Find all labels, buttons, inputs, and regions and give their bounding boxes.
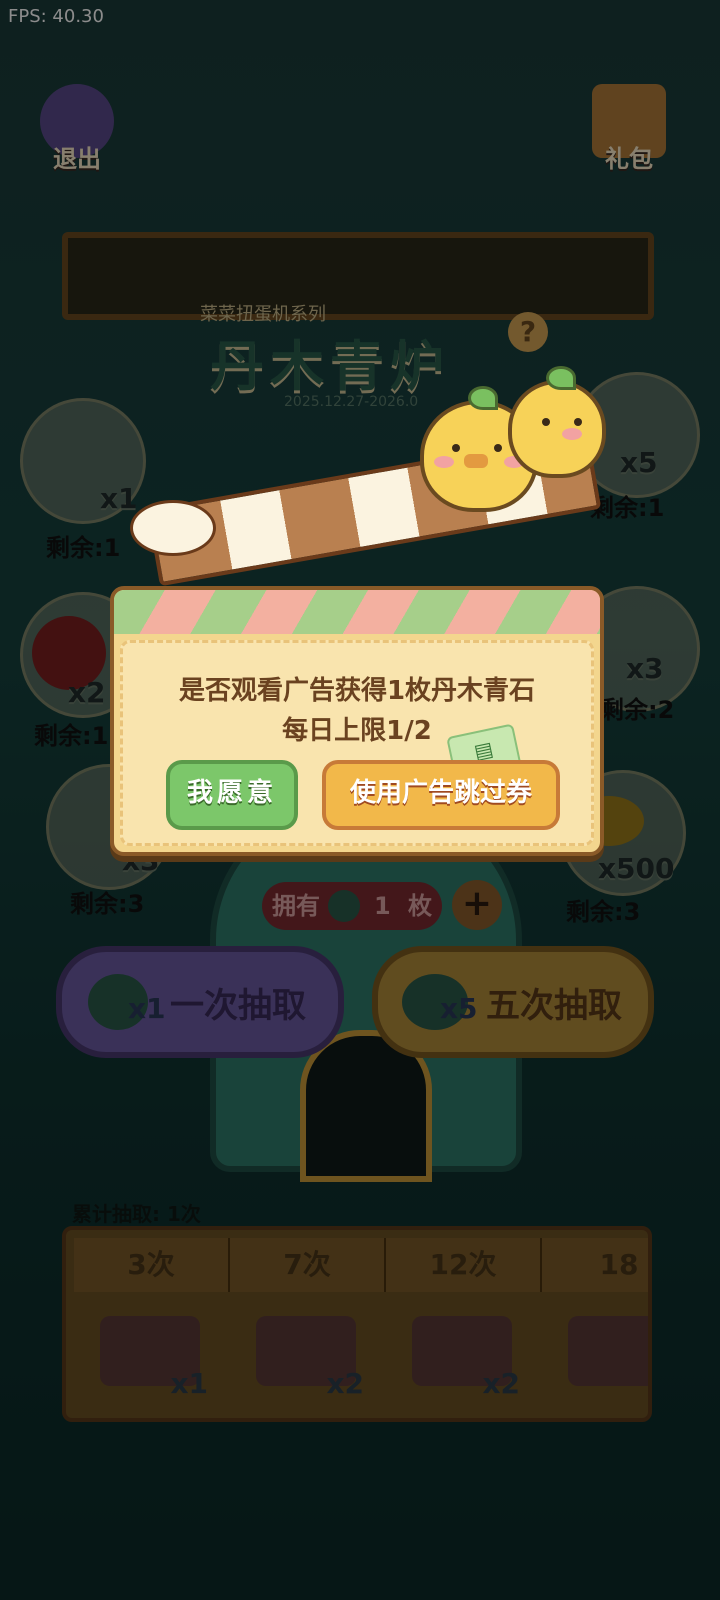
watch-ad-button[interactable]: 我愿意 [166,760,298,830]
owned-count: 1 [374,892,391,920]
tier-reward[interactable]: x2 [388,1300,538,1410]
fps-counter: FPS: 40.30 [8,6,104,27]
reward-multiplier: x1 [170,1367,208,1400]
reward-chest-icon [568,1316,648,1386]
five-draw-button[interactable]: x5 五次抽取 [372,946,654,1058]
prize-remaining: 剩余:1 [46,534,121,562]
dialog-header-stripe [114,590,600,634]
prize-remaining: 剩余:2 [600,696,675,724]
reward-multiplier: x2 [326,1367,364,1400]
event-date: 2025.12.27-2026.0 [284,394,419,410]
single-draw-label: 一次抽取 [170,986,306,1026]
tier-reward[interactable]: x1 [76,1300,226,1410]
title-frame [62,232,654,320]
exit-label: 退出 [53,145,101,173]
five-draw-label: 五次抽取 [486,986,622,1026]
owned-label: 拥有 [272,892,320,920]
prize-multiplier: x2 [68,676,106,709]
prize-remaining: 剩余:3 [566,898,641,926]
prize-remaining: 剩余:3 [70,890,145,918]
exit-button[interactable]: 退出 [34,78,120,174]
owned-stone-counter: 拥有 1 枚 [262,882,442,930]
prize-multiplier: x1 [100,482,138,515]
tier-reward[interactable]: x2 [232,1300,382,1410]
single-draw-button[interactable]: x1 一次抽取 [56,946,344,1058]
dialog-message: 是否观看广告获得1枚丹木青石 [178,676,536,706]
owned-unit: 枚 [408,892,432,920]
chick-mascot-icon [508,366,606,478]
cloud-decoration [130,500,216,556]
use-ad-skip-ticket-button[interactable]: 使用广告跳过券 [322,760,560,830]
reward-multiplier: x2 [482,1367,520,1400]
page-title: 丹木青炉 [210,335,450,398]
daily-limit-text: 每日上限1/2 [282,716,432,746]
tier-count: 3次 [74,1238,230,1292]
cumulative-draw-label: 累计抽取: 1次 [72,1202,201,1226]
stone-icon [328,890,360,922]
help-icon[interactable]: ? [508,312,548,352]
single-draw-multiplier: x1 [128,992,166,1025]
five-draw-multiplier: x5 [440,992,478,1025]
tier-count: 12次 [386,1238,542,1292]
add-stone-button[interactable]: + [452,880,502,930]
prize-multiplier: x500 [598,852,675,885]
ad-reward-dialog: 是否观看广告获得1枚丹木青石 每日上限1/2 ▤ 我愿意 使用广告跳过券 [110,586,604,856]
prize-remaining: 剩余:1 [34,722,109,750]
tier-count: 18 [542,1238,648,1292]
tier-reward[interactable] [544,1300,648,1410]
cumulative-reward-track: 3次 7次 12次 18 x1 x2 x2 [62,1226,652,1422]
prize-multiplier: x5 [620,446,658,479]
gift-button[interactable]: 礼包 [586,78,672,174]
prize-remaining: 剩余:1 [590,494,665,522]
tier-count: 7次 [230,1238,386,1292]
prize-multiplier: x3 [626,652,664,685]
gift-label: 礼包 [605,145,653,173]
